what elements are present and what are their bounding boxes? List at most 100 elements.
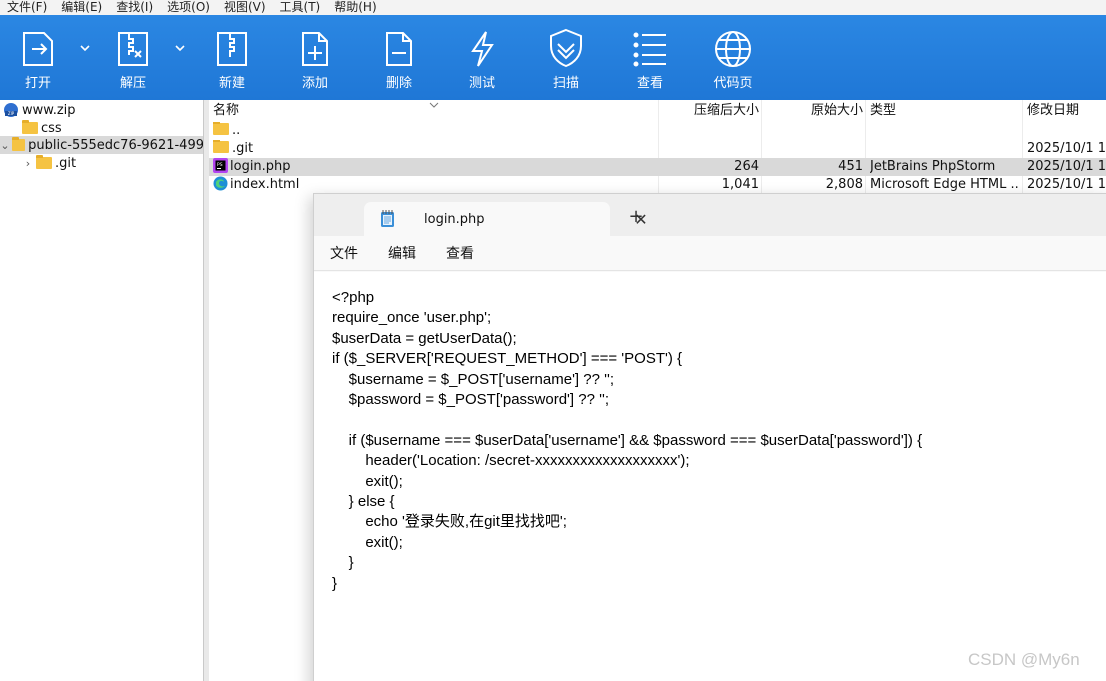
notepad-tab-title: login.php [424,212,485,227]
notepad-menu-edit[interactable]: 编辑 [388,236,416,272]
file-packed: 264 [734,159,759,174]
menu-help[interactable]: 帮助(H) [327,0,383,15]
toolbar: 打开 解压 新建 添加 删除 测试 扫描 查看 代码页 [0,15,1106,100]
notepad-icon [381,210,394,227]
delete-label: 删除 [385,76,412,91]
list-view-icon [633,32,666,67]
zip-archive-icon: ZIP [4,103,18,117]
column-header-type[interactable]: 类型 [870,100,896,122]
code-line: if ($_SERVER['REQUEST_METHOD'] === 'POST… [332,350,683,368]
file-modified: 2025/10/1 12 [1027,159,1106,174]
sort-chevron-icon [429,102,439,108]
code-text[interactable]: <?php require_once 'user.php'; $userData =… [332,288,922,594]
extract-dropdown-chevron-icon[interactable] [174,42,186,54]
code-line: exit(); [332,472,403,490]
notepad-tab[interactable]: login.php ✕ [364,202,648,236]
code-line: } [332,574,338,592]
new-tab-button[interactable]: + [626,206,646,228]
code-line: $userData = getUserData(); [332,329,517,347]
menu-find[interactable]: 查找(I) [109,0,160,15]
chevron-down-icon[interactable]: ⌄ [0,139,10,152]
scan-button[interactable]: 扫描 [536,15,596,100]
tree-item-css[interactable]: css [22,119,62,137]
app-window: 文件(F) 编辑(E) 查找(I) 选项(O) 视图(V) 工具(T) 帮助(H… [0,0,1106,681]
column-header-packed[interactable]: 压缩后大小 [679,100,759,122]
open-dropdown-chevron-icon[interactable] [79,42,91,54]
scan-label: 扫描 [552,76,579,91]
notepad-tabbar: login.php ✕ + [314,194,1106,236]
file-size: 2,808 [825,177,863,192]
column-header-modified[interactable]: 修改日期 [1027,100,1079,122]
menu-edit[interactable]: 编辑(E) [54,0,109,15]
test-button[interactable]: 测试 [452,15,512,100]
open-label: 打开 [24,76,51,91]
open-button[interactable]: 打开 [8,15,68,100]
new-label: 新建 [218,76,245,91]
watermark: CSDN @My6n [968,650,1080,669]
codepage-button[interactable]: 代码页 [703,15,763,100]
delete-button[interactable]: 删除 [369,15,429,100]
folder-icon [11,137,26,151]
svg-text:ZIP: ZIP [8,111,15,116]
svg-text:PS: PS [217,162,223,168]
tree-public-label: public-555edc76-9621-499 [28,137,204,153]
menu-tools[interactable]: 工具(T) [273,0,328,15]
file-modified: 2025/10/1 11 [1027,177,1106,192]
notepad-editor[interactable]: <?php require_once 'user.php'; $userData =… [314,272,1106,681]
add-file-icon [302,32,328,66]
file-name: .. [232,123,241,138]
code-line: echo '登录失败,在git里找找吧'; [332,513,567,531]
add-button[interactable]: 添加 [285,15,345,100]
notepad-menu-view[interactable]: 查看 [446,236,474,272]
folder-icon [36,155,52,169]
tree-css-label: css [41,120,62,136]
shield-icon [550,28,582,68]
notepad-window: login.php ✕ + 文件 编辑 查看 <?php require_once… [313,193,1106,681]
menu-options[interactable]: 选项(O) [160,0,217,15]
view-button[interactable]: 查看 [620,15,680,100]
code-line: } [332,554,354,572]
folder-icon [22,120,38,134]
code-line: $password = $_POST['password'] ?? ''; [332,391,610,409]
menubar: 文件(F) 编辑(E) 查找(I) 选项(O) 视图(V) 工具(T) 帮助(H… [0,0,1106,15]
file-name-cell: PS login.php [213,158,291,176]
code-line: $username = $_POST['username'] ?? ''; [332,370,615,388]
folder-icon [213,140,229,153]
extract-button[interactable]: 解压 [103,15,163,100]
menu-file[interactable]: 文件(F) [0,0,54,15]
file-row[interactable]: .git 2025/10/1 12 [209,140,1106,158]
tree-root-label: www.zip [22,102,76,118]
new-button[interactable]: 新建 [202,15,262,100]
extract-icon [118,32,148,66]
file-name: .git [232,141,254,156]
file-name-cell: .. [213,122,240,140]
folder-icon [213,122,229,135]
file-type: JetBrains PhpStorm [870,159,996,174]
code-line: if ($username === $userData['username'] … [332,431,923,449]
file-name-cell: index.html [213,176,299,194]
column-header-size[interactable]: 原始大小 [787,100,863,122]
tree-item-git[interactable]: › .git [22,154,76,172]
delete-file-icon [386,32,412,66]
add-label: 添加 [301,76,328,91]
file-row[interactable]: index.html 1,041 2,808 Microsoft Edge HT… [209,176,1106,194]
folder-tree: ZIP www.zip css ⌄ public-555edc76-9621-4… [0,100,204,681]
notepad-menu-file[interactable]: 文件 [330,236,358,272]
view-label: 查看 [636,76,663,91]
edge-html-icon [213,176,228,191]
column-header-name[interactable]: 名称 [213,100,239,122]
tree-item-public[interactable]: ⌄ public-555edc76-9621-499 [0,136,204,154]
code-line: header('Location: /secret-xxxxxxxxxxxxxx… [332,452,690,470]
file-type: Microsoft Edge HTML ... [870,177,1020,192]
chevron-right-icon[interactable]: › [22,157,34,170]
file-name-cell: .git [213,140,253,158]
tree-item-root[interactable]: ZIP www.zip [3,101,76,119]
file-row[interactable]: .. [209,122,1106,140]
code-line: exit(); [332,533,403,551]
tree-git-label: .git [55,155,77,171]
code-line: } else { [332,493,395,511]
menu-view[interactable]: 视图(V) [217,0,273,15]
file-size: 451 [838,159,863,174]
file-row[interactable]: PS login.php 264 451 JetBrains PhpStorm … [209,158,1106,176]
